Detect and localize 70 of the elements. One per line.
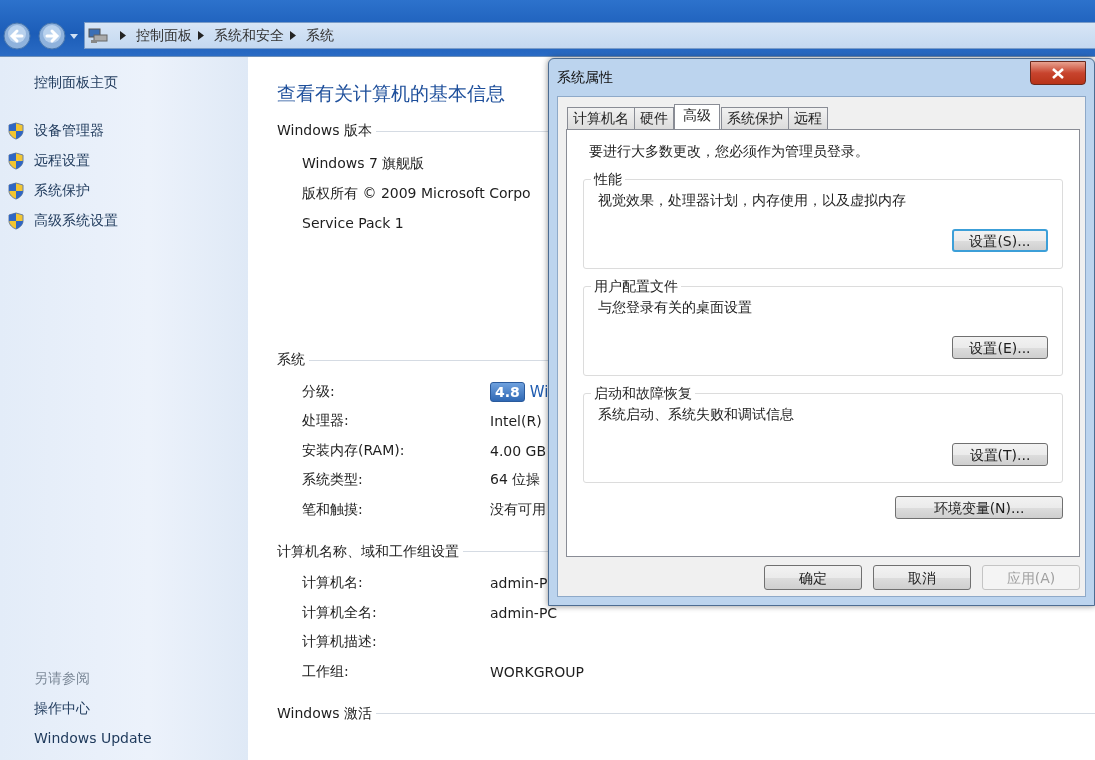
section-heading: 系统 xyxy=(277,351,305,369)
breadcrumb-item[interactable]: 控制面板 xyxy=(136,26,192,45)
shield-icon xyxy=(8,182,24,200)
group-title: 用户配置文件 xyxy=(591,277,681,295)
shield-icon xyxy=(8,122,24,140)
chevron-icon xyxy=(198,31,204,40)
field-label: 工作组: xyxy=(302,662,350,681)
sidebar-link[interactable]: 远程设置 xyxy=(34,152,90,170)
group-description: 与您登录有关的桌面设置 xyxy=(598,299,753,317)
sidebar-link[interactable]: 设备管理器 xyxy=(34,122,104,140)
settings-button[interactable]: 设置(S)... xyxy=(952,229,1048,252)
breadcrumb-item[interactable]: 系统和安全 xyxy=(214,26,284,45)
dialog-button[interactable]: 确定 xyxy=(764,565,862,590)
breadcrumb-item[interactable]: 系统 xyxy=(306,26,334,45)
info-text: Service Pack 1 xyxy=(302,214,404,233)
sidebar-link[interactable]: Windows Update xyxy=(34,730,152,760)
field-label: 笔和触摸: xyxy=(302,500,364,519)
section-heading: Windows 版本 xyxy=(277,122,372,140)
close-button[interactable] xyxy=(1030,61,1086,85)
chevron-icon xyxy=(290,31,296,40)
tab[interactable]: 远程 xyxy=(788,107,828,129)
close-icon xyxy=(1052,67,1064,79)
field-value: 没有可用 xyxy=(490,500,546,519)
tab[interactable]: 硬件 xyxy=(634,107,674,129)
field-label: 计算机全名: xyxy=(302,603,378,622)
field-value: WORKGROUP xyxy=(490,663,585,680)
address-bar[interactable]: 控制面板 系统和安全 系统 xyxy=(84,22,1095,49)
section-heading: 计算机名称、域和工作组设置 xyxy=(277,542,459,561)
group-title: 性能 xyxy=(591,170,625,188)
field-label: 分级: xyxy=(302,382,336,401)
sidebar-link[interactable]: 操作中心 xyxy=(34,700,90,730)
dropdown-icon[interactable] xyxy=(70,34,78,39)
tab[interactable]: 计算机名 xyxy=(567,107,635,129)
field-label: 计算机名: xyxy=(302,574,364,593)
sidebar-link[interactable]: 高级系统设置 xyxy=(34,212,118,230)
field-label: 计算机描述: xyxy=(302,633,378,652)
chevron-icon xyxy=(120,31,126,40)
field-label: 系统类型: xyxy=(302,471,364,490)
dialog-button[interactable]: 取消 xyxy=(873,565,971,590)
see-also-heading: 另请参阅 xyxy=(34,670,90,688)
shield-icon xyxy=(8,212,24,230)
tab[interactable]: 高级 xyxy=(674,104,720,129)
sidebar-link[interactable]: 控制面板主页 xyxy=(34,74,248,92)
notice-text: 要进行大多数更改，您必须作为管理员登录。 xyxy=(588,143,870,161)
page-title: 查看有关计算机的基本信息 xyxy=(277,81,506,106)
shield-icon xyxy=(8,152,24,170)
info-text: Windows 7 旗舰版 xyxy=(302,154,425,173)
group-title: 启动和故障恢复 xyxy=(591,384,695,402)
rating-link[interactable]: Wi xyxy=(529,382,549,401)
settings-button[interactable]: 设置(E)... xyxy=(952,336,1048,359)
info-text: 版权所有 © 2009 Microsoft Corpo xyxy=(302,184,531,203)
field-label: 安装内存(RAM): xyxy=(302,441,406,460)
tab[interactable]: 系统保护 xyxy=(721,107,789,129)
forward-button[interactable] xyxy=(38,22,66,50)
group-description: 视觉效果，处理器计划，内存使用，以及虚拟内存 xyxy=(598,192,907,210)
settings-button[interactable]: 设置(T)... xyxy=(952,443,1048,466)
field-value: Intel(R) xyxy=(490,413,542,430)
sidebar-link[interactable]: 系统保护 xyxy=(34,182,90,200)
field-label: 处理器: xyxy=(302,412,350,431)
back-button[interactable] xyxy=(3,22,31,50)
field-value: admin-PC xyxy=(490,604,558,621)
field-value: 64 位操 xyxy=(490,471,541,490)
environment-variables-button[interactable]: 环境变量(N)... xyxy=(895,496,1063,519)
dialog-title: 系统属性 xyxy=(557,68,613,87)
group-description: 系统启动、系统失败和调试信息 xyxy=(598,406,795,424)
computer-icon xyxy=(88,27,108,44)
field-value: 4.00 GB xyxy=(490,442,547,459)
section-heading: Windows 激活 xyxy=(277,704,372,723)
field-value: admin-P xyxy=(490,575,548,592)
rating-badge: 4.8 xyxy=(490,381,525,402)
